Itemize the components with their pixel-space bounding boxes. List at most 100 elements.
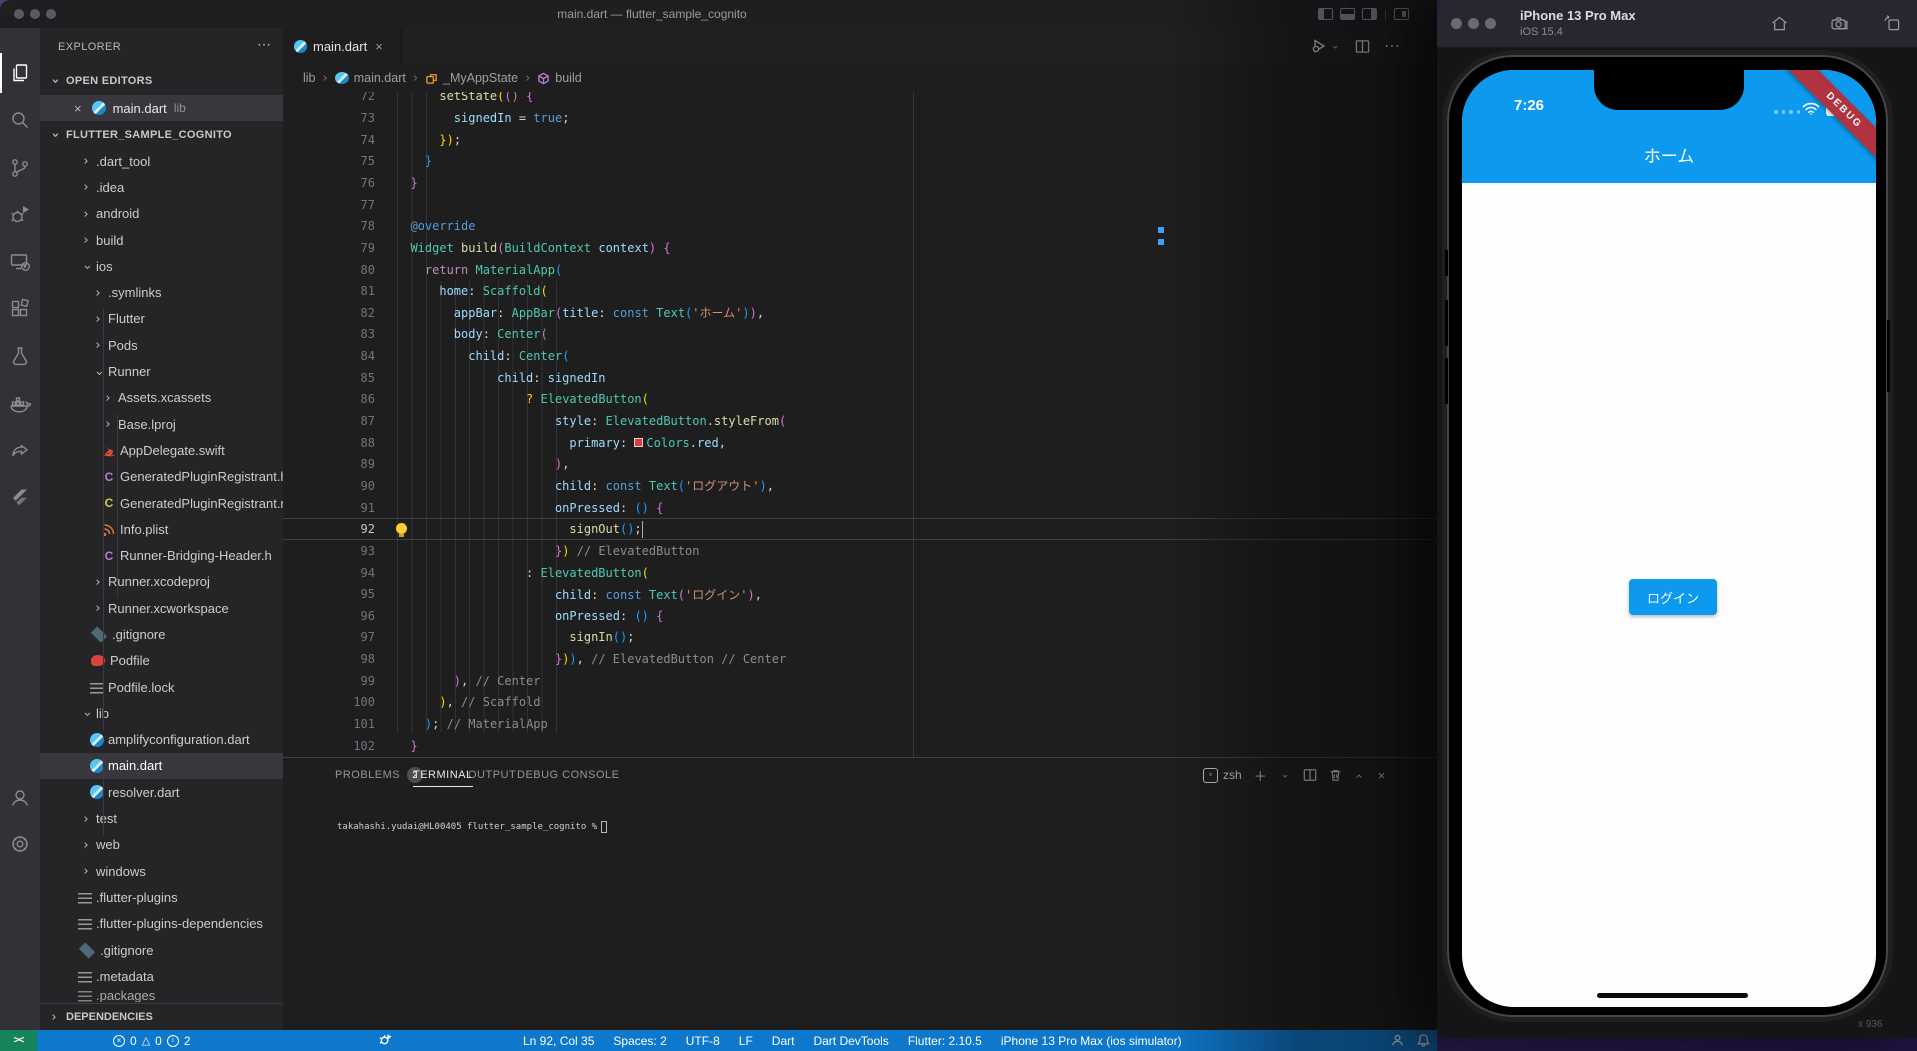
breadcrumb-item-build[interactable]: build xyxy=(537,71,582,85)
tree-item-maindart[interactable]: main.dart xyxy=(40,752,283,780)
tree-item-Podfilelock[interactable]: Podfile.lock xyxy=(40,674,283,700)
terminal[interactable]: takahashi.yudai@HL00405 flutter_sample_c… xyxy=(337,821,608,833)
status-lf[interactable]: LF xyxy=(739,1034,753,1048)
split-terminal-icon[interactable] xyxy=(1303,768,1317,782)
breadcrumb-item-main.dart[interactable]: main.dart xyxy=(334,71,406,85)
tree-item-Runner[interactable]: › Runner xyxy=(40,358,283,384)
tree-item-build[interactable]: › build xyxy=(40,227,283,253)
explorer-more-icon[interactable]: ⋯ xyxy=(257,36,271,53)
problems-summary[interactable]: × 0 △ 0 i 2 xyxy=(113,1030,191,1051)
tree-item-test[interactable]: › test xyxy=(40,805,283,831)
notifications-bell-icon[interactable] xyxy=(1416,1033,1431,1048)
tree-item-amplifyconfigurationdart[interactable]: amplifyconfiguration.dart xyxy=(40,727,283,753)
traffic-zoom-button[interactable] xyxy=(46,9,56,19)
panel-tab-problems[interactable]: PROBLEMS 2 xyxy=(335,758,424,792)
tree-item-Runnerxcodeproj[interactable]: › Runner.xcodeproj xyxy=(40,569,283,595)
home-icon[interactable] xyxy=(1769,13,1790,34)
activity-search-icon[interactable] xyxy=(0,100,40,140)
panel-tab-debug-console[interactable]: DEBUG CONSOLE xyxy=(517,758,619,792)
status-ln-92-col-35[interactable]: Ln 92, Col 35 xyxy=(523,1034,594,1048)
tree-item-gitignore[interactable]: .gitignore xyxy=(40,937,283,963)
tree-item-flutter-plugins-dependencies[interactable]: .flutter-plugins-dependencies xyxy=(40,911,283,937)
feedback-icon[interactable] xyxy=(1390,1033,1405,1048)
rotate-icon[interactable] xyxy=(1882,13,1903,34)
tree-item-resolverdart[interactable]: resolver.dart xyxy=(40,779,283,805)
tree-item-gitignore[interactable]: .gitignore xyxy=(40,621,283,647)
new-terminal-icon[interactable]: ＋ xyxy=(1254,766,1267,785)
tree-item-Podfile[interactable]: Podfile xyxy=(40,648,283,674)
tree-item-windows[interactable]: › windows xyxy=(40,858,283,884)
close-panel-icon[interactable]: × xyxy=(1378,768,1386,783)
toggle-panel-icon[interactable] xyxy=(1340,8,1355,20)
activity-flutter-icon[interactable] xyxy=(0,478,40,518)
activity-remote-explorer-icon[interactable] xyxy=(0,242,40,282)
tree-item-symlinks[interactable]: › .symlinks xyxy=(40,279,283,305)
dependencies-section[interactable]: › DEPENDENCIES xyxy=(40,1003,283,1030)
tree-item-metadata[interactable]: .metadata xyxy=(40,963,283,989)
tab-close-icon[interactable]: × xyxy=(375,39,383,54)
breadcrumb-item-lib[interactable]: lib xyxy=(303,71,316,85)
more-actions-icon[interactable]: ⋯ xyxy=(1384,36,1401,56)
traffic-minimize-button[interactable] xyxy=(30,9,40,19)
status-spaces-2[interactable]: Spaces: 2 xyxy=(613,1034,666,1048)
split-editor-icon[interactable] xyxy=(1355,39,1370,54)
lightbulb-icon[interactable] xyxy=(396,523,407,537)
tree-item-Runnerxcworkspace[interactable]: › Runner.xcworkspace xyxy=(40,595,283,621)
open-editors-section[interactable]: › OPEN EDITORS xyxy=(40,66,283,95)
tree-item-Runner-Bridging-Headerh[interactable]: C Runner-Bridging-Header.h xyxy=(40,542,283,568)
activity-docker-icon[interactable] xyxy=(0,384,40,424)
run-debug-icon[interactable]: › xyxy=(1311,38,1342,54)
tree-item-Pods[interactable]: › Pods xyxy=(40,332,283,358)
tree-item-lib[interactable]: ›lib xyxy=(40,700,283,726)
screenshot-camera-icon[interactable] xyxy=(1829,13,1850,34)
activity-account-icon[interactable] xyxy=(0,778,40,818)
tree-item-Baselproj[interactable]: › Base.lproj xyxy=(40,411,283,437)
tab-main-dart[interactable]: main.dart × xyxy=(283,28,402,64)
kill-terminal-icon[interactable] xyxy=(1329,768,1342,782)
tree-item-android[interactable]: › android xyxy=(40,201,283,227)
shell-selector[interactable]: › zsh xyxy=(1203,767,1242,783)
traffic-close-button[interactable] xyxy=(14,9,24,19)
activity-explorer-icon[interactable] xyxy=(0,53,40,93)
activity-source-control-icon[interactable] xyxy=(0,148,40,188)
activity-run-debug-icon[interactable] xyxy=(0,195,40,235)
home-indicator[interactable] xyxy=(1597,993,1748,998)
chevron-down-icon[interactable]: › xyxy=(1279,770,1292,782)
traffic-close-button[interactable] xyxy=(1451,18,1462,29)
panel-tab-output[interactable]: OUTPUT xyxy=(468,758,516,792)
remote-indicator[interactable]: >< xyxy=(0,1030,37,1051)
status-utf-8[interactable]: UTF-8 xyxy=(686,1034,720,1048)
tree-item-Infoplist[interactable]: Info.plist xyxy=(40,516,283,542)
activity-extensions-icon[interactable] xyxy=(0,289,40,329)
tree-item-packages[interactable]: .packages xyxy=(40,990,283,1002)
tree-item-Assetsxcassets[interactable]: › Assets.xcassets xyxy=(40,385,283,411)
tree-item-Flutter[interactable]: › Flutter xyxy=(40,306,283,332)
open-editor-main-dart[interactable]: × main.dart lib xyxy=(40,95,283,121)
activity-testing-icon[interactable] xyxy=(0,336,40,376)
traffic-zoom-button[interactable] xyxy=(1485,18,1496,29)
toggle-sidebar-icon[interactable] xyxy=(1318,8,1333,20)
maximize-panel-icon[interactable]: › xyxy=(1351,770,1366,782)
workspace-section[interactable]: › FLUTTER_SAMPLE_COGNITO xyxy=(40,121,283,148)
tree-item-flutter-plugins[interactable]: .flutter-plugins xyxy=(40,884,283,910)
status-dart[interactable]: Dart xyxy=(772,1034,795,1048)
activity-live-share-icon[interactable] xyxy=(0,431,40,471)
activity-settings-icon[interactable] xyxy=(0,824,40,864)
code-editor[interactable]: 72 setState(() {73 signedIn = true; 74 })… xyxy=(283,86,1437,757)
status-dart-devtools[interactable]: Dart DevTools xyxy=(813,1034,888,1048)
tree-item-dart_tool[interactable]: › .dart_tool xyxy=(40,148,283,174)
customize-layout-icon[interactable] xyxy=(1394,8,1410,20)
traffic-minimize-button[interactable] xyxy=(1468,18,1479,29)
toggle-secondary-sidebar-icon[interactable] xyxy=(1362,8,1377,20)
flutter-debug-icon[interactable] xyxy=(378,1032,393,1047)
status-iphone-13-pro-max-ios-si[interactable]: iPhone 13 Pro Max (ios simulator) xyxy=(1001,1034,1182,1048)
tree-item-GeneratedPluginRegistrantm[interactable]: C GeneratedPluginRegistrant.m xyxy=(40,490,283,516)
tree-item-ios[interactable]: › ios xyxy=(40,253,283,279)
login-button[interactable]: ログイン xyxy=(1629,579,1717,615)
close-icon[interactable]: × xyxy=(74,101,82,116)
tree-item-web[interactable]: › web xyxy=(40,832,283,858)
breadcrumb-item-_MyAppState[interactable]: _MyAppState xyxy=(425,71,518,85)
tree-item-GeneratedPluginRegistranth[interactable]: C GeneratedPluginRegistrant.h xyxy=(40,464,283,490)
status-flutter-2-10-5[interactable]: Flutter: 2.10.5 xyxy=(908,1034,982,1048)
tree-item-idea[interactable]: › .idea xyxy=(40,174,283,200)
